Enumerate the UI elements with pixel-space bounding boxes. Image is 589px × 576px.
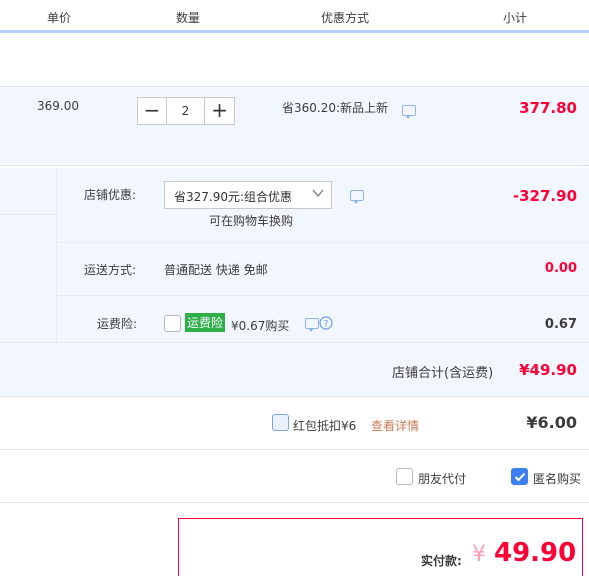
order-item-row <box>0 86 589 166</box>
redpacket-details-link[interactable]: 查看详情 <box>371 417 419 434</box>
increase-quantity-button[interactable]: + <box>204 97 235 125</box>
header-subtotal: 小计 <box>503 11 528 25</box>
shipping-amount: 0.00 <box>544 261 577 276</box>
anonymous-label: 匿名购买 <box>533 472 582 486</box>
payment-amount: 49.90 <box>494 538 577 568</box>
decrease-quantity-button[interactable]: − <box>137 97 167 125</box>
divider <box>58 242 589 243</box>
insurance-checkbox[interactable] <box>164 315 181 332</box>
quantity-input[interactable]: 2 <box>167 97 204 125</box>
shipping-value: 普通配送 快递 免邮 <box>164 263 268 277</box>
chevron-down-icon <box>311 186 325 200</box>
shop-discount-hint: 可在购物车换购 <box>209 214 294 228</box>
divider <box>0 449 589 450</box>
item-subtotal: 377.80 <box>519 99 577 117</box>
divider <box>0 342 589 343</box>
shop-left-column <box>0 168 57 342</box>
divider <box>58 295 589 296</box>
shop-discount-amount: -327.90 <box>512 187 577 205</box>
anonymous-checkbox[interactable] <box>511 468 528 485</box>
redpacket-checkbox[interactable] <box>272 414 289 431</box>
shop-discount-label: 店铺优惠: <box>84 188 137 202</box>
payment-currency: ¥ <box>472 542 486 567</box>
friend-pay-checkbox[interactable] <box>396 468 413 485</box>
message-icon[interactable] <box>305 318 319 332</box>
message-icon[interactable] <box>350 190 364 204</box>
divider <box>0 214 56 215</box>
divider <box>0 502 589 503</box>
insurance-amount: 0.67 <box>544 317 577 332</box>
check-icon <box>514 472 526 482</box>
svg-text:?: ? <box>324 320 329 330</box>
insurance-badge: 运费险 <box>185 313 226 332</box>
insurance-price: ¥0.67购买 <box>231 319 290 333</box>
header-quantity: 数量 <box>176 11 201 25</box>
message-icon[interactable] <box>402 105 416 119</box>
unit-price: 369.00 <box>37 99 79 113</box>
table-header: 单价 数量 优惠方式 小计 <box>0 0 589 33</box>
shop-discount-select[interactable]: 省327.90元:组合优惠 <box>164 181 332 209</box>
header-unit-price: 单价 <box>47 11 72 25</box>
insurance-label: 运费险: <box>97 317 138 331</box>
header-discount: 优惠方式 <box>321 11 370 25</box>
shipping-label: 运送方式: <box>84 263 137 277</box>
help-circle-icon[interactable]: ? <box>319 316 333 330</box>
shop-discount-selected: 省327.90元:组合优惠 <box>174 190 293 204</box>
shop-total-amount: ¥49.90 <box>519 361 577 379</box>
shop-total-label: 店铺合计(含运费) <box>392 366 494 381</box>
redpacket-label: 红包抵扣¥6 <box>293 419 357 433</box>
payment-label: 实付款: <box>421 554 462 568</box>
redpacket-amount: ¥6.00 <box>526 413 577 432</box>
quantity-stepper: − 2 + <box>137 97 237 127</box>
friend-pay-label: 朋友代付 <box>418 472 467 486</box>
item-discount-text: 省360.20:新品上新 <box>282 101 389 115</box>
